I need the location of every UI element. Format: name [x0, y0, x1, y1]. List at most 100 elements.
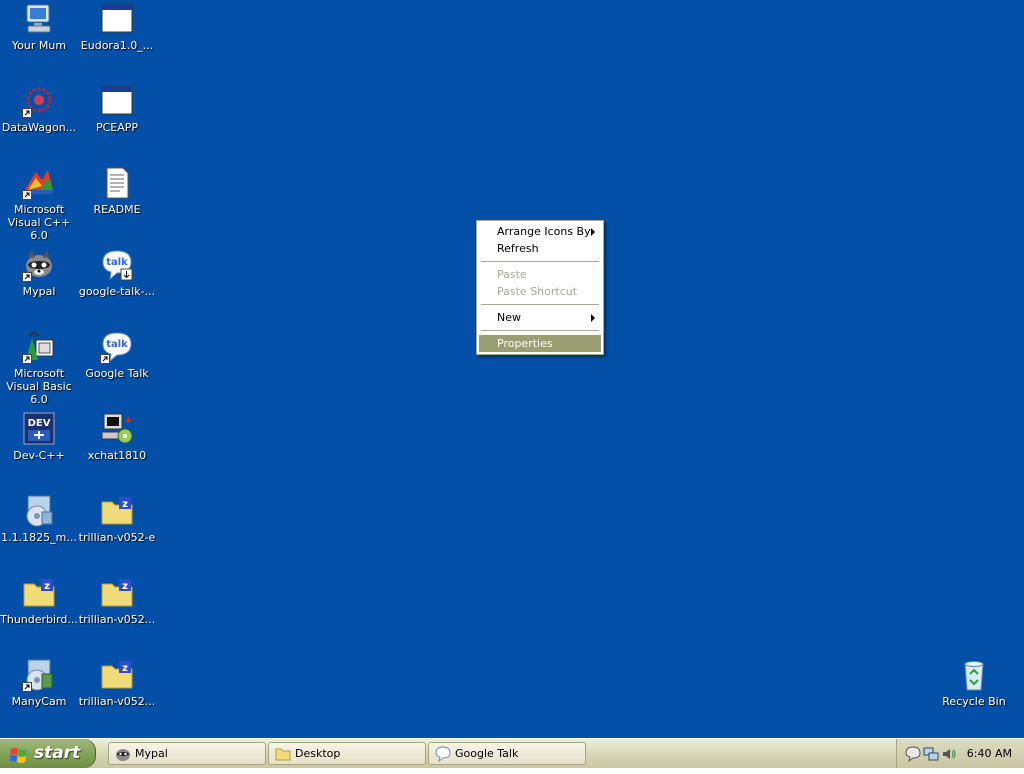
- manycam-icon: [22, 658, 56, 692]
- desktop-icon-label: Google Talk: [85, 367, 149, 380]
- desktop-icon-your-mum[interactable]: Your Mum: [0, 2, 79, 74]
- menu-item-new[interactable]: New: [479, 309, 601, 326]
- menu-item-label: Properties: [497, 337, 553, 350]
- desktop-icon-label: Recycle Bin: [942, 695, 1006, 708]
- desktop-icon-google-talk[interactable]: talk Google Talk: [77, 330, 157, 402]
- desktop-icon-visual-basic[interactable]: Microsoft Visual Basic 6.0: [0, 330, 79, 406]
- taskbar-button-mypal[interactable]: Mypal: [108, 742, 266, 765]
- menu-separator: [481, 330, 599, 331]
- menu-item-refresh[interactable]: Refresh: [479, 240, 601, 257]
- desktop-icon-datawagon[interactable]: DataWagon...: [0, 84, 79, 156]
- start-button[interactable]: start: [0, 739, 96, 768]
- recycle-bin-icon: [957, 658, 991, 692]
- taskbar-button-desktop[interactable]: Desktop: [268, 742, 426, 765]
- desktop-icon-pceapp[interactable]: PCEAPP: [77, 84, 157, 156]
- menu-item-label: Paste: [497, 268, 527, 281]
- visual-cpp-icon: [22, 166, 56, 200]
- xchat-installer-icon: [100, 412, 134, 446]
- program-window-icon: [100, 84, 134, 118]
- desktop-icon-google-talk-installer[interactable]: talk google-talk-...: [77, 248, 157, 320]
- menu-item-label: New: [497, 311, 521, 324]
- shortcut-arrow-icon: [22, 272, 32, 282]
- desktop-icon-label: trillian-v052...: [78, 613, 156, 626]
- network-icon[interactable]: [923, 746, 939, 762]
- chat-bubble-icon[interactable]: [905, 746, 921, 762]
- installer-cd-icon: [22, 494, 56, 528]
- desktop-icon-installer[interactable]: 1.1.1825_m...: [0, 494, 79, 566]
- desktop-icon-mypal[interactable]: Mypal: [0, 248, 79, 320]
- menu-item-arrange-icons-by[interactable]: Arrange Icons By: [479, 223, 601, 240]
- desktop-context-menu: Arrange Icons By Refresh Paste Paste Sho…: [476, 220, 604, 355]
- desktop-icon-label: Thunderbird...: [0, 613, 78, 626]
- desktop[interactable]: Your Mum DataWagon... Microsoft Visual C…: [0, 0, 1024, 738]
- desktop-icon-label: Eudora1.0_...: [80, 39, 154, 52]
- text-document-icon: [100, 166, 134, 200]
- svg-text:z: z: [122, 663, 128, 674]
- datawagon-icon: [22, 84, 56, 118]
- submenu-arrow-icon: [591, 228, 595, 236]
- program-window-icon: [100, 2, 134, 36]
- shortcut-arrow-icon: [22, 682, 32, 692]
- volume-icon[interactable]: [941, 746, 957, 762]
- menu-item-paste: Paste: [479, 266, 601, 283]
- desktop-icon-label: Dev-C++: [13, 449, 65, 462]
- my-computer-icon: [22, 2, 56, 36]
- submenu-arrow-icon: [591, 314, 595, 322]
- desktop-icon-label: ManyCam: [11, 695, 67, 708]
- shortcut-arrow-icon: [22, 190, 32, 200]
- menu-item-label: Paste Shortcut: [497, 285, 578, 298]
- menu-item-label: Refresh: [497, 242, 539, 255]
- zip-folder-icon: z: [22, 576, 56, 610]
- zip-folder-icon: z: [100, 658, 134, 692]
- desktop-icon-label: README: [93, 203, 141, 216]
- desktop-icon-label: Microsoft Visual C++ 6.0: [7, 203, 71, 242]
- svg-text:DEV: DEV: [28, 418, 51, 429]
- desktop-icon-label: DataWagon...: [1, 121, 77, 134]
- desktop-icon-trillian-2[interactable]: z trillian-v052...: [77, 576, 157, 648]
- desktop-icon-label: PCEAPP: [95, 121, 139, 134]
- system-tray: 6:40 AM: [896, 739, 1024, 768]
- zip-folder-icon: z: [100, 494, 134, 528]
- desktop-icon-label: Microsoft Visual Basic 6.0: [6, 367, 72, 406]
- desktop-icon-readme[interactable]: README: [77, 166, 157, 238]
- taskbar-clock[interactable]: 6:40 AM: [967, 739, 1012, 768]
- visual-basic-icon: [22, 330, 56, 364]
- desktop-icon-xchat[interactable]: xchat1810: [77, 412, 157, 484]
- desktop-icon-label: Your Mum: [11, 39, 67, 52]
- google-talk-icon: talk: [100, 330, 134, 364]
- desktop-icon-trillian-3[interactable]: z trillian-v052...: [77, 658, 157, 730]
- taskbar-button-label: Mypal: [135, 747, 168, 760]
- desktop-icon-visual-cpp[interactable]: Microsoft Visual C++ 6.0: [0, 166, 79, 242]
- taskbar-button-label: Desktop: [295, 747, 341, 760]
- menu-item-paste-shortcut: Paste Shortcut: [479, 283, 601, 300]
- zip-folder-icon: z: [100, 576, 134, 610]
- start-label: start: [34, 743, 81, 763]
- shortcut-arrow-icon: [100, 354, 110, 364]
- mypal-raccoon-icon: [22, 248, 56, 282]
- desktop-icon-dev-cpp[interactable]: DEV Dev-C++: [0, 412, 79, 484]
- desktop-icon-label: Mypal: [22, 285, 56, 298]
- desktop-icon-label: trillian-v052-e: [78, 531, 156, 544]
- desktop-icon-label: 1.1.1825_m...: [1, 531, 77, 544]
- svg-text:z: z: [44, 581, 50, 592]
- taskbar-button-google-talk[interactable]: Google Talk: [428, 742, 586, 765]
- desktop-icon-recycle-bin[interactable]: Recycle Bin: [934, 658, 1014, 730]
- svg-text:z: z: [122, 581, 128, 592]
- desktop-icon-label: xchat1810: [87, 449, 147, 462]
- desktop-icon-manycam[interactable]: ManyCam: [0, 658, 79, 730]
- desktop-icon-thunderbird[interactable]: z Thunderbird...: [0, 576, 79, 648]
- taskbar-button-label: Google Talk: [455, 747, 519, 760]
- mypal-raccoon-icon: [115, 746, 131, 762]
- svg-text:z: z: [122, 499, 128, 510]
- desktop-icon-trillian-1[interactable]: z trillian-v052-e: [77, 494, 157, 566]
- desktop-icon-eudora[interactable]: Eudora1.0_...: [77, 2, 157, 74]
- google-talk-installer-icon: talk: [100, 248, 134, 282]
- menu-item-label: Arrange Icons By: [497, 225, 591, 238]
- desktop-icon-label: google-talk-...: [78, 285, 156, 298]
- desktop-icon-label: trillian-v052...: [78, 695, 156, 708]
- taskbar: start Mypal Desktop Google Talk 6:40 AM: [0, 738, 1024, 768]
- chat-bubble-icon: [435, 746, 451, 762]
- menu-item-properties[interactable]: Properties: [479, 335, 601, 352]
- dev-cpp-icon: DEV: [22, 412, 56, 446]
- windows-flag-icon: [9, 745, 28, 763]
